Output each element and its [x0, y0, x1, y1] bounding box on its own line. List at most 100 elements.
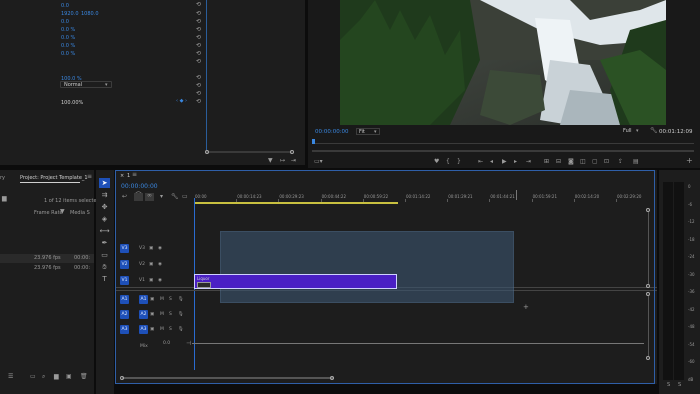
folder-icon[interactable]: ▆	[2, 196, 7, 202]
project-tab-title[interactable]: Project: Project Template_1	[20, 175, 88, 181]
search-icon[interactable]: ⌕	[42, 374, 45, 380]
meter-solo-left[interactable]: S	[667, 382, 670, 388]
reset-keyframe-icon[interactable]: ⟲	[196, 11, 201, 17]
add-marker-icon[interactable]: ▾	[160, 194, 163, 200]
mute-button[interactable]: M	[160, 312, 164, 318]
effect-value[interactable]: 1920.0	[61, 11, 79, 17]
reset-keyframe-icon[interactable]: ⟲	[196, 27, 201, 33]
lock-icon[interactable]: ▣	[149, 246, 153, 252]
track-target[interactable]: A1	[139, 295, 148, 304]
keyframe-nav[interactable]: ‹ ◆ ›	[176, 98, 192, 104]
step-back-icon[interactable]: ◂	[490, 159, 493, 165]
col-frame-rate[interactable]: Frame Rate	[34, 210, 63, 216]
go-to-out-icon[interactable]: ⇥	[526, 159, 531, 165]
vscroll-bar[interactable]	[648, 212, 649, 284]
program-timecode[interactable]: 00:00:00:00	[315, 129, 349, 135]
add-button-icon[interactable]: +	[686, 157, 693, 165]
razor-icon[interactable]: ◈	[99, 214, 110, 224]
marker-icon[interactable]: ▭▾	[314, 159, 323, 165]
snap-icon[interactable]: ⌒	[134, 193, 143, 201]
mic-icon[interactable]: 🎙︎	[178, 327, 184, 333]
ripple-edit-icon[interactable]: ✥	[99, 202, 110, 212]
fit-dropdown[interactable]: Fit ▾	[356, 128, 380, 135]
program-mini-ruler[interactable]	[312, 140, 694, 144]
lock-icon[interactable]: ▣	[150, 297, 154, 303]
source-patch[interactable]: V1	[120, 276, 129, 285]
work-area-bar[interactable]	[194, 202, 398, 204]
camera-icon[interactable]: ◙	[568, 159, 574, 165]
step-forward-icon[interactable]: ▸	[514, 159, 517, 165]
mute-button[interactable]: M	[160, 297, 164, 303]
source-patch[interactable]: A1	[120, 295, 129, 304]
reset-keyframe-icon[interactable]: ⟲	[196, 83, 201, 89]
pen-icon[interactable]: ✒	[99, 238, 110, 248]
export-frame-icon[interactable]: ▤	[633, 159, 639, 165]
video-clip[interactable]: Liquor	[194, 274, 397, 289]
vscroll-bar[interactable]	[648, 296, 649, 356]
reset-keyframe-icon[interactable]: ⟲	[196, 19, 201, 25]
source-patch[interactable]: V3	[120, 244, 129, 253]
sort-icon[interactable]: ▼	[60, 209, 65, 215]
comparison-icon[interactable]: ◫	[580, 159, 586, 165]
slip-icon[interactable]: ⟷	[99, 226, 110, 236]
meter-solo-right[interactable]: S	[678, 382, 681, 388]
lock-icon[interactable]: ▣	[149, 278, 153, 284]
effect-value[interactable]: 1080.0	[81, 11, 99, 17]
eye-icon[interactable]: ◉	[158, 262, 162, 268]
effect-value[interactable]: 0.0	[61, 3, 69, 9]
lock-icon[interactable]: ▣	[149, 262, 153, 268]
filter-icon[interactable]: ▼	[268, 158, 273, 164]
linked-selection-icon[interactable]: ∞	[145, 193, 154, 201]
new-item-icon[interactable]: ▣	[66, 374, 72, 380]
col-media[interactable]: Media S	[70, 210, 90, 216]
reset-keyframe-icon[interactable]: ⟲	[196, 75, 201, 81]
eye-icon[interactable]: ◉	[158, 246, 162, 252]
quality-dropdown[interactable]: Full ▾	[621, 128, 643, 135]
effect-value[interactable]: 0.0 %	[61, 51, 75, 57]
track-header-a2[interactable]: A2 A2 ▣ M S 🎙︎	[116, 308, 192, 322]
hand-icon[interactable]: ✋︎	[99, 262, 110, 272]
hscroll-handle[interactable]	[330, 376, 334, 380]
effect-value[interactable]: 100.00%	[61, 100, 83, 106]
track-target[interactable]: A3	[139, 325, 148, 334]
play-icon[interactable]: ▶	[502, 159, 507, 165]
lift-icon[interactable]: ⊞	[544, 159, 549, 165]
add-marker-icon[interactable]: ♥	[434, 159, 439, 165]
selection-tool-icon[interactable]: ➤	[99, 178, 110, 188]
mix-value[interactable]: 0.0	[163, 341, 170, 347]
eye-icon[interactable]: ◉	[158, 278, 162, 284]
lock-icon[interactable]: ▣	[150, 312, 154, 318]
ec-scroll-handle-right[interactable]	[290, 150, 294, 154]
vscroll-handle[interactable]	[646, 356, 650, 360]
track-target[interactable]: A2	[139, 310, 148, 319]
insert-icon[interactable]: ↩	[122, 194, 127, 200]
vr-icon[interactable]: ⊡	[604, 159, 609, 165]
menu-icon[interactable]: ≡	[132, 172, 137, 178]
reset-keyframe-icon[interactable]: ⟲	[196, 43, 201, 49]
mix-end-icon[interactable]: ⊣	[186, 341, 191, 347]
reset-keyframe-icon[interactable]: ⟲	[196, 91, 201, 97]
source-patch[interactable]: V2	[120, 260, 129, 269]
table-row[interactable]: 23.976 fps 00:00:	[0, 254, 94, 263]
wrench-icon[interactable]: 🔧︎	[171, 194, 179, 200]
program-scrollbar[interactable]	[312, 150, 694, 152]
track-header-a3[interactable]: A3 A3 ▣ M S 🎙︎	[116, 323, 192, 337]
hscroll-bar[interactable]	[122, 377, 334, 379]
delete-icon[interactable]: 🗑︎	[80, 374, 88, 380]
mark-in-icon[interactable]: {	[446, 159, 450, 165]
safe-margins-icon[interactable]: ▢	[592, 159, 598, 165]
export-icon[interactable]: ↦	[280, 158, 285, 164]
ec-scrollbar[interactable]	[206, 151, 292, 153]
track-header-v3[interactable]: V3 V3 ▣ ◉	[116, 242, 192, 256]
reset-keyframe-icon[interactable]: ⟲	[196, 99, 201, 105]
mic-icon[interactable]: 🎙︎	[178, 312, 184, 318]
effect-value[interactable]: 0.0 %	[61, 43, 75, 49]
rectangle-icon[interactable]: ▭	[99, 250, 110, 260]
menu-icon[interactable]: ≡	[87, 174, 92, 180]
effect-value[interactable]: 0.0	[61, 19, 69, 25]
ec-scroll-handle[interactable]	[205, 150, 209, 154]
source-patch[interactable]: A3	[120, 325, 129, 334]
effect-value[interactable]: 0.0 %	[61, 27, 75, 33]
prev-tab[interactable]: ry	[0, 175, 5, 181]
track-select-icon[interactable]: ⇉	[99, 190, 110, 200]
